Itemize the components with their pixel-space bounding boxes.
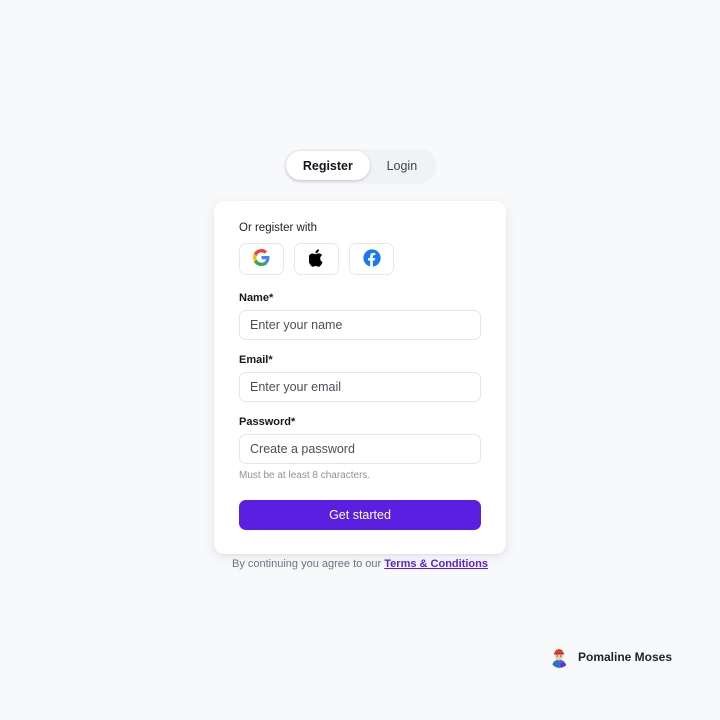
terms-footer: By continuing you agree to our Terms & C…	[0, 558, 720, 570]
apple-icon	[308, 248, 324, 270]
name-field-group: Name*	[239, 292, 481, 340]
auth-tab-switcher[interactable]: Register Login	[284, 149, 436, 182]
user-badge[interactable]: Pomaline Moses	[548, 646, 672, 668]
google-login-button[interactable]	[239, 243, 284, 275]
tab-login[interactable]: Login	[370, 151, 434, 180]
password-field-group: Password*	[239, 416, 481, 464]
get-started-button[interactable]: Get started	[239, 500, 481, 530]
google-icon	[253, 249, 270, 269]
social-login-label: Or register with	[239, 222, 317, 234]
password-field-label: Password*	[239, 416, 296, 428]
tab-register[interactable]: Register	[286, 151, 370, 180]
facebook-login-button[interactable]	[349, 243, 394, 275]
email-field-group: Email*	[239, 354, 481, 402]
password-input[interactable]	[239, 434, 481, 464]
name-input[interactable]	[239, 310, 481, 340]
facebook-icon	[362, 248, 381, 270]
name-field-label: Name*	[239, 292, 274, 304]
register-card: Or register with Name* Enter your name E…	[214, 201, 506, 554]
avatar-icon	[548, 646, 570, 668]
terms-and-conditions-link[interactable]: Terms & Conditions	[384, 558, 488, 570]
email-input[interactable]	[239, 372, 481, 402]
user-name-label: Pomaline Moses	[578, 650, 673, 664]
apple-login-button[interactable]	[294, 243, 339, 275]
email-field-label: Email*	[239, 354, 273, 366]
terms-footer-text: By continuing you agree to our	[232, 558, 382, 570]
password-helper-text: Must be at least 8 characters.	[239, 470, 371, 481]
social-login-row	[239, 243, 481, 275]
